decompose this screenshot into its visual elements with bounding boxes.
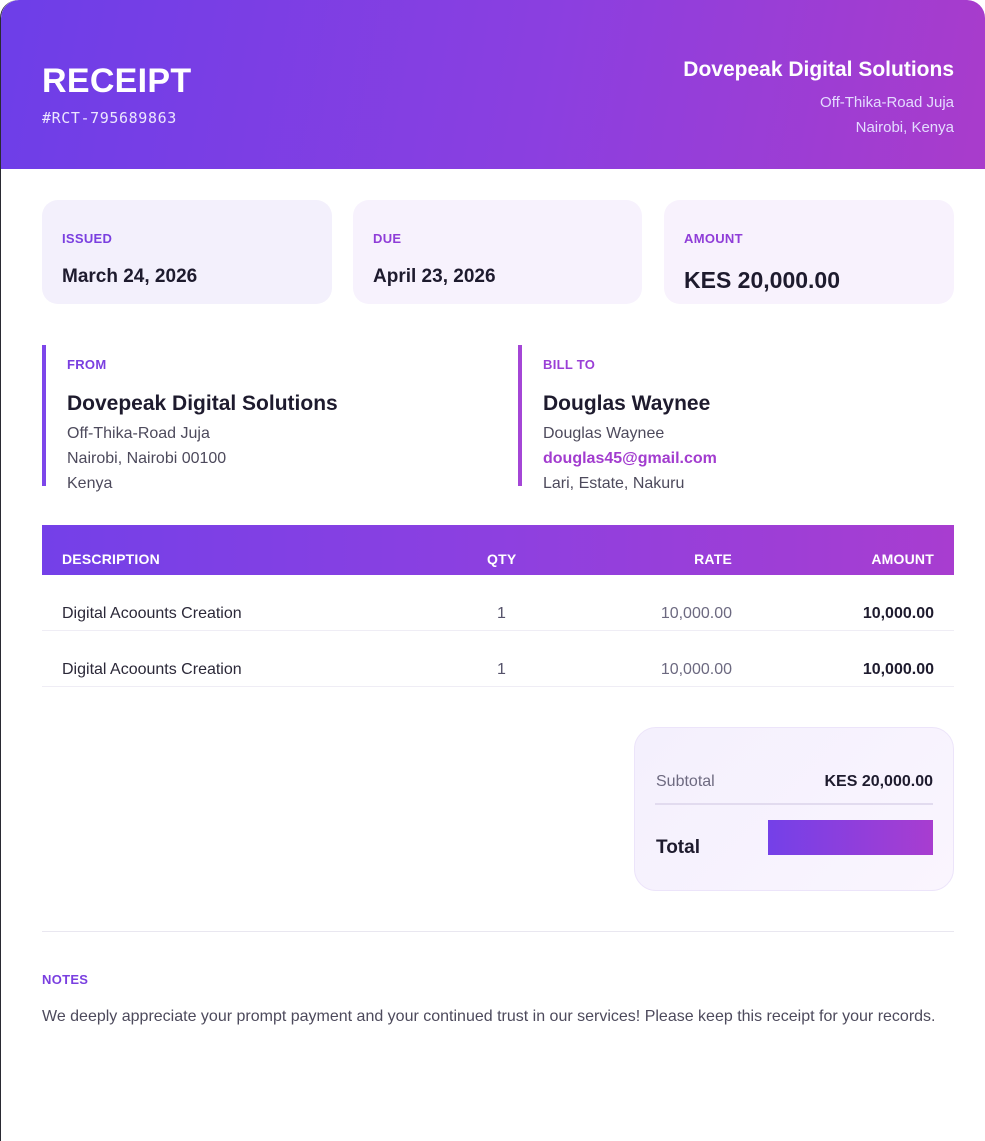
- column-header-amount: AMOUNT: [871, 551, 934, 567]
- receipt-header: RECEIPT #RCT-795689863 Dovepeak Digital …: [1, 0, 985, 169]
- from-address-line2: Nairobi, Nairobi 00100: [67, 450, 227, 467]
- item-qty: 1: [497, 605, 506, 622]
- bill-to-name: Douglas Waynee: [543, 392, 711, 415]
- total-value-bar: [768, 820, 933, 855]
- due-date-card: DUE April 23, 2026: [353, 200, 642, 304]
- item-rate: 10,000.00: [660, 605, 732, 622]
- header-company-name: Dovepeak Digital Solutions: [683, 58, 954, 81]
- due-label: DUE: [373, 231, 402, 246]
- notes-divider: [42, 931, 954, 932]
- item-amount: 10,000.00: [862, 661, 934, 678]
- from-label: FROM: [67, 357, 107, 372]
- item-qty: 1: [497, 661, 506, 678]
- totals-divider: [655, 803, 933, 805]
- item-rate: 10,000.00: [660, 661, 732, 678]
- item-description: Digital Acoounts Creation: [62, 605, 242, 622]
- bill-to-label: BILL TO: [543, 357, 596, 372]
- from-name: Dovepeak Digital Solutions: [67, 392, 338, 415]
- totals-box: Subtotal KES 20,000.00 Total: [634, 727, 954, 891]
- bill-to-section: BILL TO Douglas Waynee Douglas Waynee do…: [518, 345, 958, 492]
- bill-to-email-link[interactable]: douglas45@gmail.com: [543, 450, 717, 468]
- amount-value: KES 20,000.00: [684, 267, 841, 293]
- receipt-title: RECEIPT: [42, 62, 192, 100]
- from-address-line1: Off-Thika-Road Juja: [67, 425, 210, 442]
- from-address-line3: Kenya: [67, 475, 113, 492]
- item-amount: 10,000.00: [862, 605, 934, 622]
- item-description: Digital Acoounts Creation: [62, 661, 242, 678]
- issued-date: March 24, 2026: [62, 266, 198, 287]
- notes-text: We deeply appreciate your prompt payment…: [42, 1008, 936, 1025]
- header-company-address-line1: Off-Thika-Road Juja: [820, 94, 954, 111]
- subtotal-label: Subtotal: [656, 773, 715, 790]
- column-header-qty: QTY: [487, 551, 517, 567]
- notes-label: NOTES: [42, 972, 89, 987]
- issued-date-card: ISSUED March 24, 2026: [42, 200, 332, 304]
- from-section: FROM Dovepeak Digital Solutions Off-Thik…: [42, 345, 482, 492]
- subtotal-value: KES 20,000.00: [824, 773, 933, 790]
- header-company-address-line2: Nairobi, Kenya: [855, 119, 954, 136]
- column-header-rate: RATE: [694, 551, 732, 567]
- receipt-page: RECEIPT #RCT-795689863 Dovepeak Digital …: [0, 0, 985, 1141]
- total-label: Total: [656, 837, 700, 858]
- due-date: April 23, 2026: [373, 266, 496, 287]
- column-header-description: DESCRIPTION: [62, 551, 160, 567]
- table-header-row: DESCRIPTION QTY RATE AMOUNT: [42, 525, 954, 575]
- bill-to-address: Lari, Estate, Nakuru: [543, 475, 685, 492]
- items-table: DESCRIPTION QTY RATE AMOUNT Digital Acoo…: [42, 525, 954, 687]
- table-row: Digital Acoounts Creation 1 10,000.00 10…: [42, 631, 954, 687]
- table-row: Digital Acoounts Creation 1 10,000.00 10…: [42, 575, 954, 631]
- receipt-number: #RCT-795689863: [42, 109, 177, 127]
- amount-card: AMOUNT KES 20,000.00: [664, 200, 954, 304]
- amount-label: AMOUNT: [684, 231, 743, 246]
- issued-label: ISSUED: [62, 231, 113, 246]
- bill-to-contact-name: Douglas Waynee: [543, 425, 665, 442]
